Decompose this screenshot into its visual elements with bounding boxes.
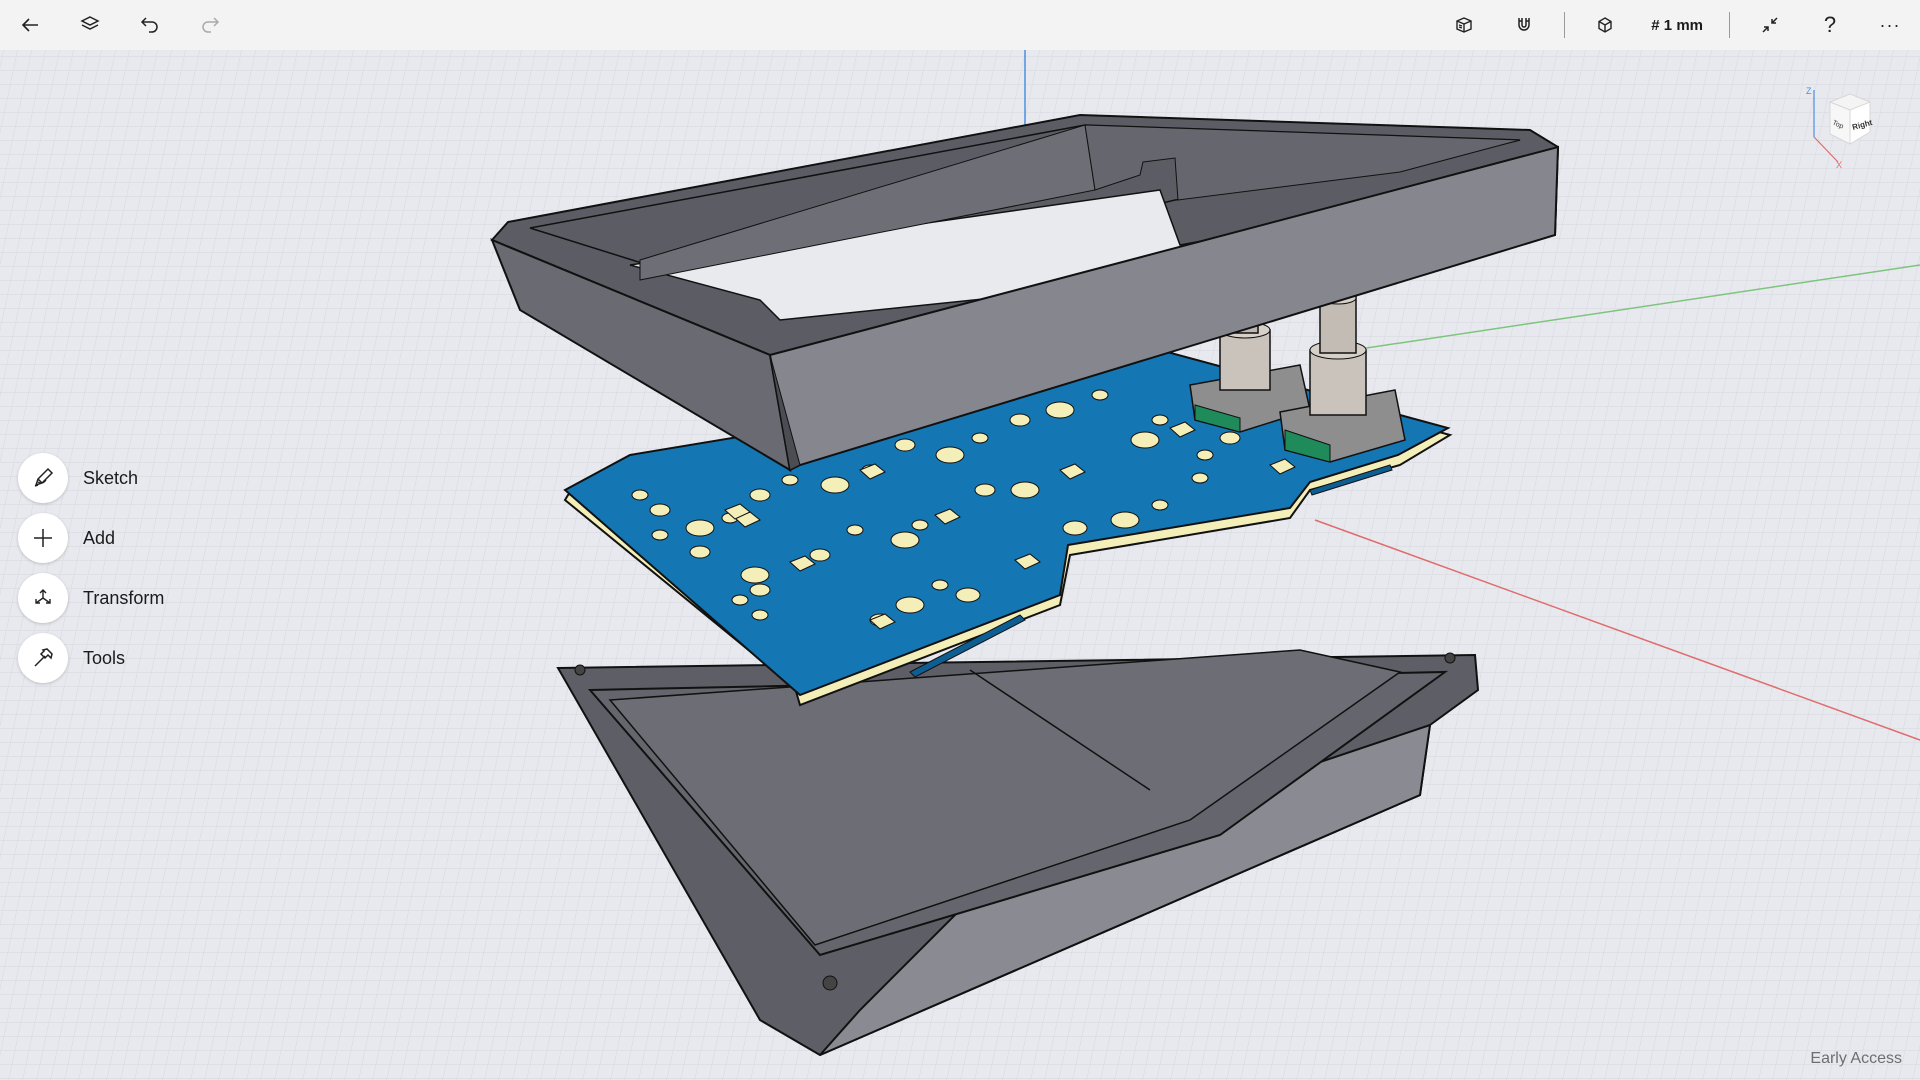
- undo-button[interactable]: [120, 0, 180, 50]
- help-icon: ?: [1823, 12, 1837, 37]
- pen-icon: [34, 467, 54, 487]
- visual-style-icon: [1456, 17, 1472, 33]
- redo-button[interactable]: [180, 0, 240, 50]
- toolbar-separator: [1564, 12, 1566, 38]
- early-access-label: Early Access: [1810, 1050, 1902, 1067]
- model-scene[interactable]: [0, 50, 1920, 1080]
- viewcube[interactable]: Z X Top Right: [1800, 82, 1890, 172]
- help-button[interactable]: ?: [1800, 0, 1860, 50]
- menu-item-tools[interactable]: Tools: [18, 628, 164, 688]
- toolbar-left-group: [0, 0, 240, 50]
- plus-icon: [34, 529, 52, 547]
- add-circle[interactable]: [18, 513, 68, 563]
- view-cube-icon: [1598, 17, 1612, 33]
- transform-circle[interactable]: [18, 573, 68, 623]
- units-label[interactable]: # 1 mm: [1635, 0, 1719, 50]
- toolbar-right-group: # 1 mm ? ···: [1434, 0, 1920, 50]
- back-arrow-icon: [21, 18, 38, 32]
- hammer-icon: [34, 648, 53, 667]
- left-tool-menu: Sketch Add Transform Tools: [18, 448, 164, 688]
- menu-label-add: Add: [83, 527, 116, 548]
- menu-label-sketch: Sketch: [83, 467, 139, 488]
- menu-label-transform: Transform: [83, 587, 165, 608]
- collapse-button[interactable]: [1740, 0, 1800, 50]
- tools-circle[interactable]: [18, 633, 68, 683]
- undo-icon: [140, 17, 158, 33]
- view-button[interactable]: [1575, 0, 1635, 50]
- magnet-snap-icon: [1518, 18, 1531, 31]
- collapse-arrows-icon: [1762, 17, 1778, 33]
- top-toolbar: # 1 mm ? ···: [0, 0, 1920, 50]
- more-button[interactable]: ···: [1860, 0, 1920, 50]
- menu-item-add[interactable]: Add: [18, 508, 164, 568]
- viewcube-axis-z: Z: [1806, 86, 1812, 96]
- menu-label-tools: Tools: [83, 647, 126, 668]
- more-icon: ···: [1879, 14, 1901, 35]
- 3d-viewport[interactable]: [0, 50, 1920, 1080]
- layers-icon: [80, 16, 100, 30]
- sketch-circle[interactable]: [18, 453, 68, 503]
- back-button[interactable]: [0, 0, 60, 50]
- visual-style-button[interactable]: [1434, 0, 1494, 50]
- viewcube-axis-x: X: [1836, 160, 1842, 170]
- viewcube-graphic: Z X Top Right: [1806, 86, 1874, 170]
- layers-button[interactable]: [60, 0, 120, 50]
- transform-icon: [35, 589, 51, 604]
- snap-button[interactable]: [1494, 0, 1554, 50]
- menu-item-sketch[interactable]: Sketch: [18, 448, 164, 508]
- menu-item-transform[interactable]: Transform: [18, 568, 164, 628]
- toolbar-separator: [1729, 12, 1730, 38]
- redo-icon: [202, 17, 220, 33]
